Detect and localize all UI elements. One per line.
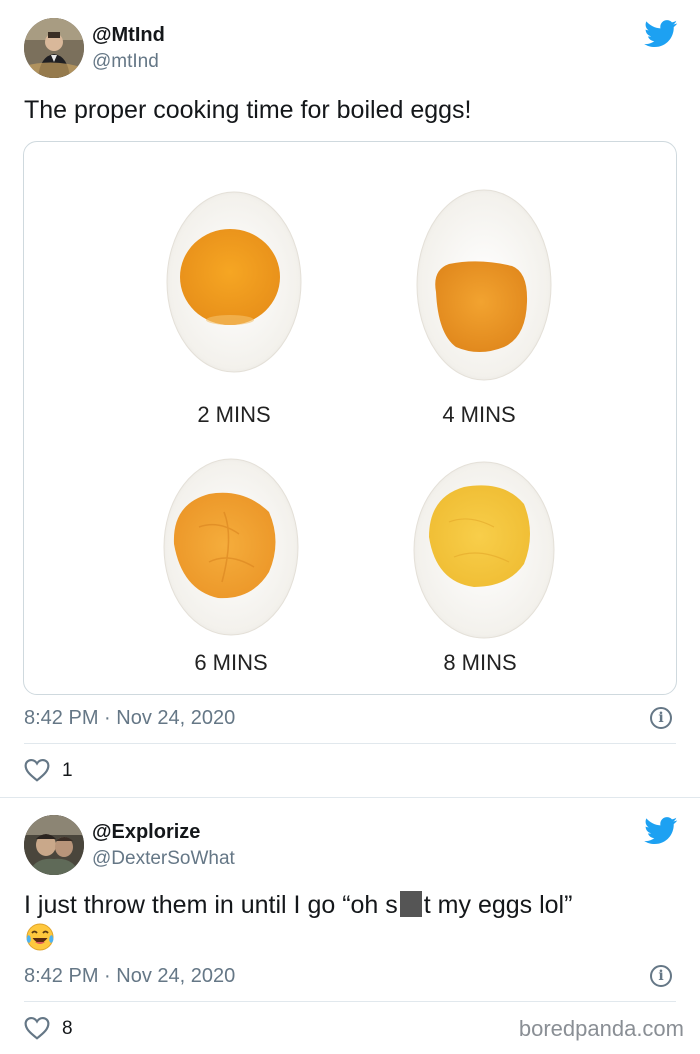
tweet-text: The proper cooking time for boiled eggs! <box>24 96 472 124</box>
tweet-text-part: I just throw them in until I go “oh s <box>24 891 398 919</box>
twitter-bird-icon[interactable] <box>644 20 678 48</box>
label-2-mins: 2 MINS <box>197 402 270 427</box>
user-handle[interactable]: @mtInd <box>92 51 159 73</box>
avatar[interactable] <box>24 18 84 78</box>
timestamp[interactable]: 8:42 PM · Nov 24, 2020 <box>24 965 235 988</box>
info-icon[interactable]: i <box>650 965 672 987</box>
egg-2-mins <box>166 191 302 373</box>
user-handle[interactable]: @DexterSoWhat <box>92 848 235 870</box>
label-4-mins: 4 MINS <box>442 402 515 427</box>
timestamp[interactable]: 8:42 PM · Nov 24, 2020 <box>24 707 235 730</box>
divider <box>24 743 676 744</box>
heart-icon[interactable] <box>24 758 50 782</box>
egg-8-mins <box>413 461 555 639</box>
avatar[interactable] <box>24 815 84 875</box>
label-6-mins: 6 MINS <box>194 650 267 675</box>
egg-6-mins <box>163 458 299 636</box>
like-count: 1 <box>62 760 73 781</box>
tweet-card: @Explorize @DexterSoWhat I just throw th… <box>0 797 700 1054</box>
tweet-text-part: t my eggs lol” <box>423 891 573 919</box>
boiled-eggs-chart-image: 2 MINS 4 MINS 6 MINS 8 MINS <box>163 189 555 675</box>
twitter-bird-icon[interactable] <box>644 817 678 845</box>
tweet-image[interactable]: 2 MINS 4 MINS 6 MINS 8 MINS <box>23 141 677 695</box>
egg-4-mins <box>416 189 552 381</box>
label-8-mins: 8 MINS <box>443 650 516 675</box>
tweet-card: @MtInd @mtInd The proper cooking time fo… <box>0 0 700 797</box>
censor-block <box>399 891 422 917</box>
divider <box>24 1001 676 1002</box>
display-name[interactable]: @Explorize <box>92 821 200 844</box>
heart-icon[interactable] <box>24 1016 50 1040</box>
tears-of-joy-emoji-icon <box>26 923 54 951</box>
info-icon[interactable]: i <box>650 707 672 729</box>
watermark: boredpanda.com <box>518 1016 684 1041</box>
like-count: 8 <box>62 1018 73 1039</box>
display-name[interactable]: @MtInd <box>92 24 165 47</box>
tweet-text: I just throw them in until I go “oh s t m… <box>24 889 572 921</box>
